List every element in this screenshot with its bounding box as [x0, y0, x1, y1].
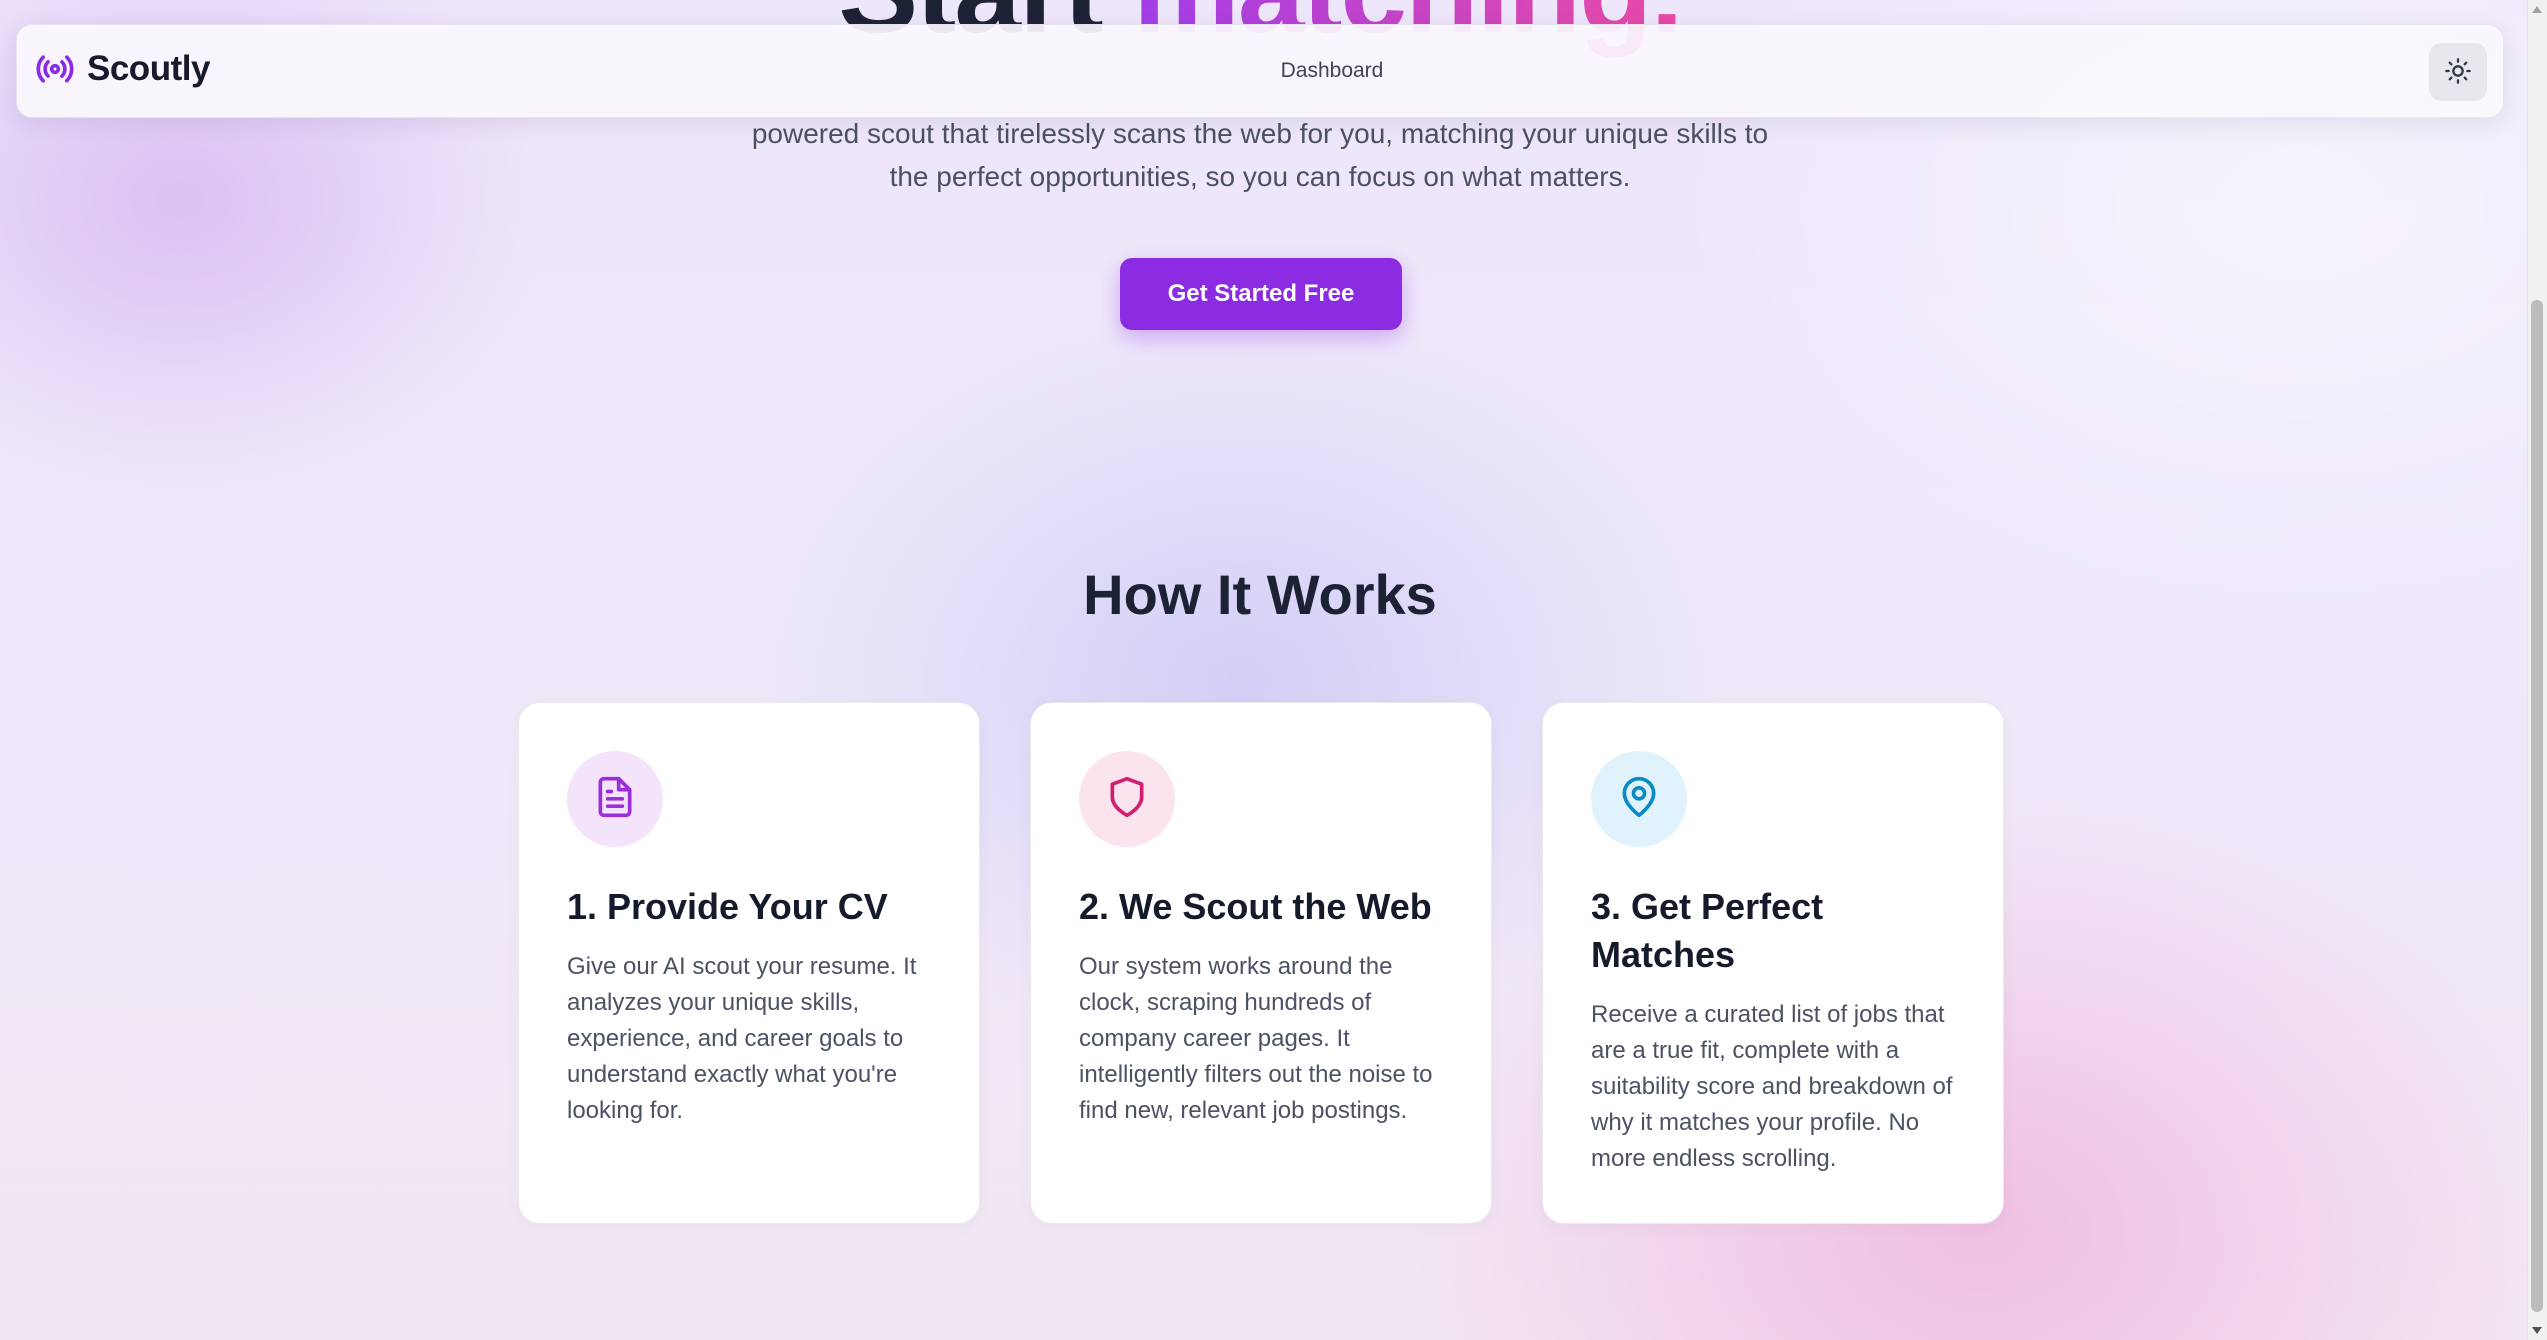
- navbar: Scoutly Dashboard: [16, 24, 2504, 118]
- step-description: Give our AI scout your resume. It analyz…: [567, 953, 917, 1124]
- step-title: 1. Provide Your CV: [567, 886, 888, 927]
- step-description: Receive a curated list of jobs that are …: [1591, 1001, 1953, 1172]
- document-icon: [593, 775, 637, 824]
- scrollbar-thumb[interactable]: [2531, 300, 2543, 1312]
- step-description: Our system works around the clock, scrap…: [1079, 953, 1433, 1124]
- theme-toggle-button[interactable]: [2429, 43, 2487, 101]
- step-icon-circle: [1079, 751, 1175, 847]
- sun-icon: [2444, 57, 2472, 88]
- hero-subtitle: powered scout that tirelessly scans the …: [751, 118, 1769, 192]
- step-card-provide-cv: 1. Provide Your CV Give our AI scout you…: [518, 702, 980, 1224]
- step-card-scout-web: 2. We Scout the Web Our system works aro…: [1030, 702, 1492, 1224]
- how-it-works-title: How It Works: [1083, 563, 1437, 626]
- step-title: 3. Get Perfect Matches: [1591, 886, 1824, 975]
- nav-link-dashboard[interactable]: Dashboard: [1247, 59, 1417, 83]
- get-started-button[interactable]: Get Started Free: [1120, 258, 1402, 330]
- logo-text: Scoutly: [87, 49, 210, 88]
- step-icon-circle: [567, 751, 663, 847]
- broadcast-icon: [35, 49, 75, 89]
- shield-icon: [1105, 775, 1149, 824]
- step-card-perfect-matches: 3. Get Perfect Matches Receive a curated…: [1542, 702, 2004, 1224]
- step-title: 2. We Scout the Web: [1079, 886, 1432, 927]
- scroll-up-arrow[interactable]: [2532, 6, 2542, 13]
- map-pin-icon: [1617, 775, 1661, 824]
- scroll-down-arrow[interactable]: [2532, 1327, 2542, 1334]
- vertical-scrollbar[interactable]: [2527, 0, 2547, 1340]
- step-icon-circle: [1591, 751, 1687, 847]
- logo[interactable]: Scoutly: [35, 49, 210, 89]
